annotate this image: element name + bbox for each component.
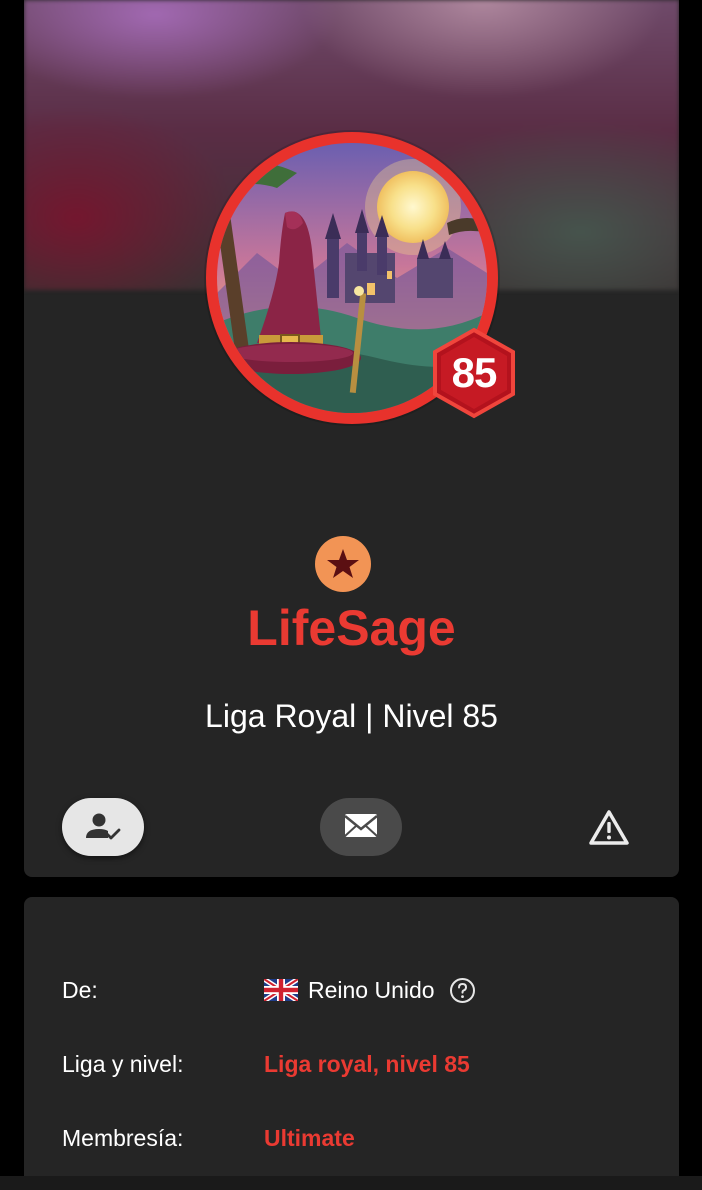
uk-flag-icon bbox=[264, 979, 298, 1001]
friend-button[interactable] bbox=[62, 798, 144, 856]
rank-badge bbox=[315, 536, 371, 592]
profile-page: 85 LifeSage Liga Royal | Nivel 85 De: Re… bbox=[0, 0, 702, 1190]
from-value-row: Reino Unido bbox=[264, 975, 476, 1005]
profile-card: 85 LifeSage Liga Royal | Nivel 85 bbox=[24, 0, 679, 877]
from-label: De: bbox=[62, 977, 98, 1003]
person-check-icon bbox=[86, 813, 121, 840]
report-button[interactable] bbox=[584, 806, 634, 850]
league-label: Liga y nivel: bbox=[62, 1051, 184, 1077]
from-value: Reino Unido bbox=[308, 977, 435, 1003]
envelope-icon bbox=[344, 814, 378, 837]
profile-info-card: De: Reino Unido Liga y nivel: Liga royal… bbox=[24, 897, 679, 1190]
membership-value: Ultimate bbox=[264, 1125, 355, 1151]
username: LifeSage bbox=[247, 600, 456, 656]
avatar-container: 85 bbox=[206, 132, 515, 424]
star-icon bbox=[327, 549, 359, 578]
level-badge-number: 85 bbox=[451, 349, 498, 396]
membership-label: Membresía: bbox=[62, 1125, 184, 1151]
help-icon[interactable] bbox=[449, 977, 476, 1004]
message-button[interactable] bbox=[320, 798, 402, 856]
level-badge: 85 bbox=[428, 327, 520, 419]
warning-triangle-icon bbox=[589, 810, 629, 845]
league-value: Liga royal, nivel 85 bbox=[264, 1051, 470, 1077]
bottom-divider bbox=[0, 1176, 702, 1190]
league-level-heading: Liga Royal | Nivel 85 bbox=[205, 698, 498, 734]
